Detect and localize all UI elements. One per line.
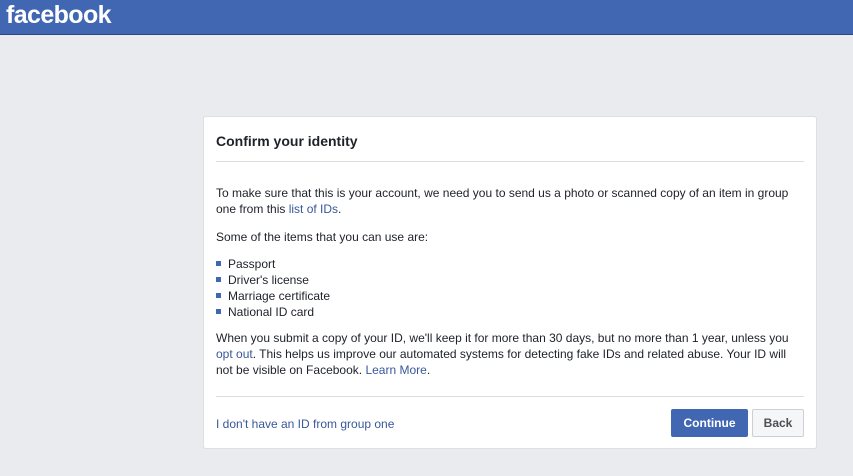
retention-paragraph: When you submit a copy of your ID, we'll… [216, 330, 806, 378]
confirm-identity-card: Confirm your identity To make sure that … [203, 116, 817, 449]
intro-paragraph: To make sure that this is your account, … [216, 185, 806, 217]
title-divider [216, 161, 804, 162]
list-item: National ID card [216, 304, 806, 320]
id-item-label: Marriage certificate [228, 289, 331, 303]
square-bullet-icon [216, 277, 221, 282]
list-of-ids-link[interactable]: list of IDs [289, 202, 338, 216]
learn-more-link[interactable]: Learn More [365, 363, 426, 377]
facebook-logo[interactable]: facebook [6, 1, 112, 29]
list-item: Passport [216, 256, 806, 272]
list-item: Driver's license [216, 272, 806, 288]
retention-middle-text: . This helps us improve our automated sy… [216, 347, 787, 377]
back-button[interactable]: Back [752, 409, 804, 437]
items-intro: Some of the items that you can use are: [216, 230, 429, 244]
intro-end: . [338, 202, 342, 216]
card-body: To make sure that this is your account, … [216, 185, 806, 378]
top-bar: facebook [0, 0, 853, 35]
id-item-label: Passport [228, 257, 276, 271]
opt-out-link[interactable]: opt out [216, 347, 253, 361]
continue-button[interactable]: Continue [671, 409, 748, 437]
square-bullet-icon [216, 309, 221, 314]
retention-end: . [426, 363, 431, 377]
square-bullet-icon [216, 293, 221, 298]
square-bullet-icon [216, 261, 221, 266]
id-item-label: Driver's license [228, 273, 309, 287]
footer-divider [216, 396, 804, 397]
retention-text: When you submit a copy of your ID, we'll… [216, 331, 789, 345]
card-title: Confirm your identity [216, 133, 358, 149]
list-item: Marriage certificate [216, 288, 806, 304]
id-items-list: Passport Driver's license Marriage certi… [216, 256, 806, 320]
id-item-label: National ID card [228, 305, 315, 319]
no-id-from-group-one-link[interactable]: I don't have an ID from group one [216, 416, 394, 432]
